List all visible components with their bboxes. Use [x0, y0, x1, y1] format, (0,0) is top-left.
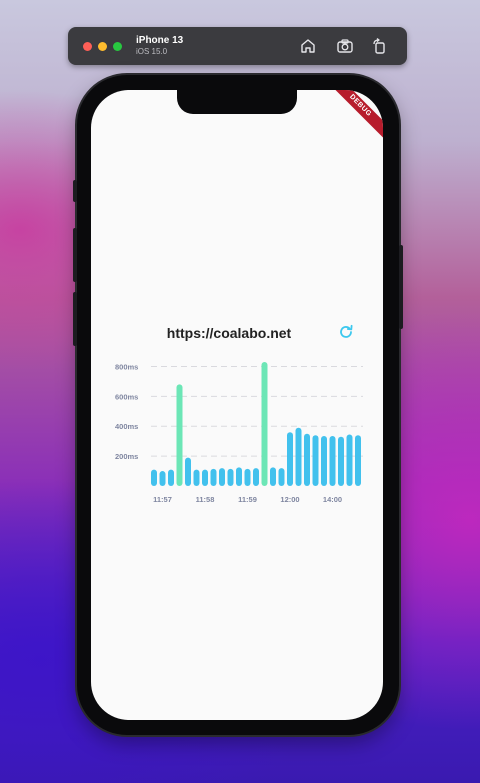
app-screen: DEBUG https://coalabo.net 800ms 600ms 400m…: [91, 90, 383, 720]
chart-bar[interactable]: [338, 436, 344, 486]
rotate-icon[interactable]: [370, 37, 388, 55]
page-title: https://coalabo.net: [166, 325, 292, 341]
chart-bar[interactable]: [185, 457, 191, 486]
chart-bar[interactable]: [295, 427, 302, 486]
chart-bar[interactable]: [312, 435, 319, 486]
chart-bar[interactable]: [193, 469, 200, 486]
chart-bar[interactable]: [304, 433, 310, 486]
window-minimize-button[interactable]: [98, 42, 107, 51]
window-close-button[interactable]: [83, 42, 92, 51]
chart-bar[interactable]: [236, 467, 242, 486]
chart-bar[interactable]: [261, 362, 268, 486]
home-icon[interactable]: [299, 37, 317, 55]
chart-bar[interactable]: [321, 435, 327, 486]
x-tick-label: 14:00: [323, 495, 342, 504]
response-time-chart: 800ms 600ms 400ms 200ms 11:57 11:58 11:59 12:00…: [115, 362, 363, 504]
chart-bar[interactable]: [329, 435, 336, 486]
refresh-icon[interactable]: [338, 324, 354, 340]
screenshot-icon[interactable]: [336, 37, 354, 55]
chart-bar[interactable]: [253, 468, 259, 486]
chart-bar[interactable]: [244, 468, 251, 486]
chart-bar[interactable]: [219, 468, 225, 486]
chart-bar[interactable]: [278, 468, 285, 486]
chart-bar[interactable]: [287, 432, 293, 486]
y-tick-label: 400ms: [115, 422, 138, 431]
chart-bar[interactable]: [355, 435, 361, 486]
chart-bar[interactable]: [176, 384, 183, 486]
x-tick-label: 11:57: [153, 495, 172, 504]
chart-bar[interactable]: [168, 469, 174, 486]
volume-up-button: [73, 228, 77, 282]
y-tick-label: 600ms: [115, 392, 138, 401]
mute-switch: [73, 180, 77, 202]
chart-bar[interactable]: [210, 468, 217, 486]
chart-bar[interactable]: [159, 471, 166, 486]
chart-bar[interactable]: [202, 469, 208, 486]
x-tick-label: 12:00: [280, 495, 299, 504]
y-tick-label: 800ms: [115, 362, 138, 371]
device-os-version: iOS 15.0: [136, 47, 168, 56]
window-zoom-button[interactable]: [113, 42, 122, 51]
debug-banner: DEBUG: [333, 90, 383, 140]
chart-bar[interactable]: [227, 468, 234, 486]
volume-down-button: [73, 292, 77, 346]
device-name: iPhone 13: [136, 35, 184, 46]
x-tick-label: 11:59: [238, 495, 257, 504]
notch: [177, 90, 297, 114]
power-button: [399, 245, 403, 329]
chart-bar[interactable]: [346, 434, 353, 486]
y-tick-label: 200ms: [115, 452, 138, 461]
chart-bar[interactable]: [270, 467, 276, 486]
debug-banner-label: DEBUG: [333, 90, 383, 140]
x-tick-label: 11:58: [196, 495, 215, 504]
chart-bar[interactable]: [151, 469, 157, 486]
simulator-toolbar: iPhone 13 iOS 15.0: [68, 27, 407, 65]
